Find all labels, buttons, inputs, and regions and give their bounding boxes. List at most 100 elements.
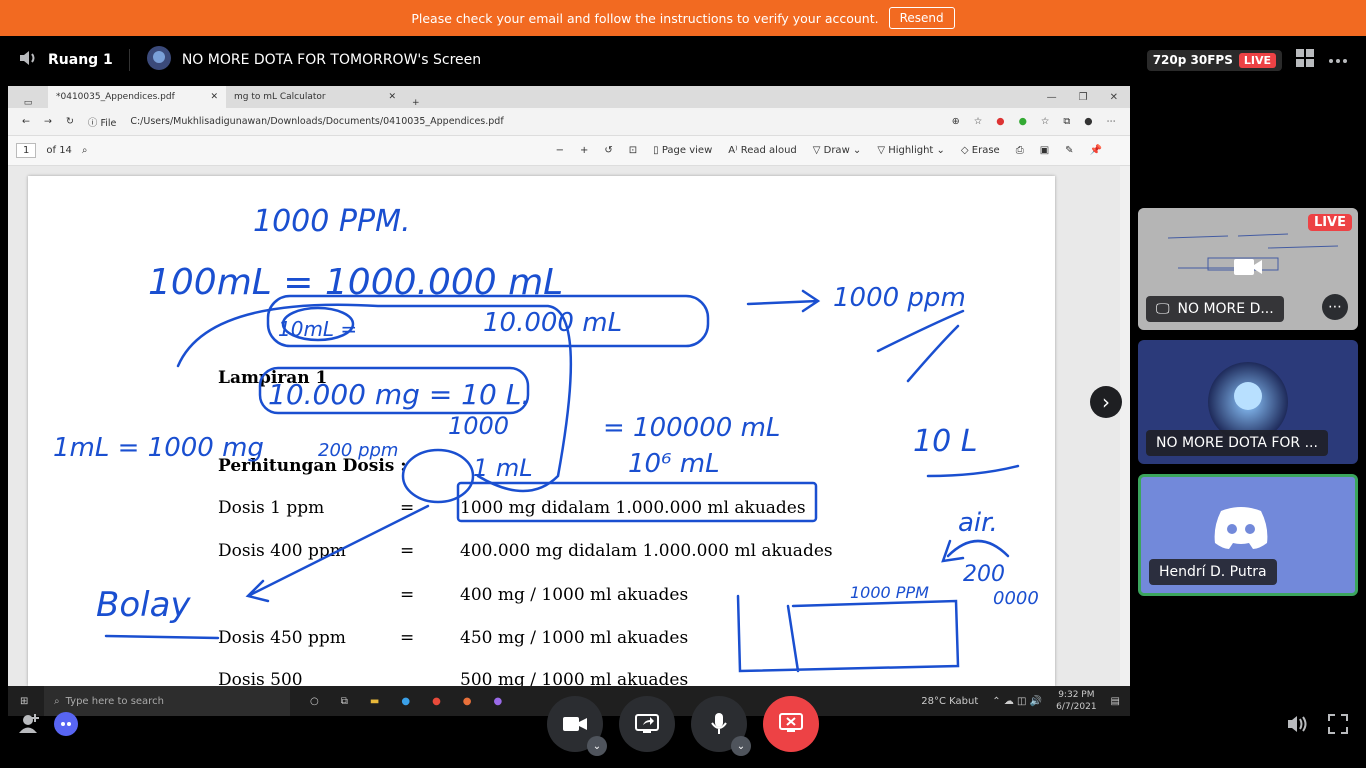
page-number-input[interactable]: 1 xyxy=(16,143,37,158)
pin-icon[interactable]: 📌 xyxy=(1090,145,1102,156)
fit-icon[interactable]: ⊡ xyxy=(629,145,637,156)
tile-name-label: NO MORE D... xyxy=(1177,301,1274,317)
erase-button[interactable]: ◇ Erase xyxy=(961,145,1000,156)
end-call-button[interactable] xyxy=(763,696,819,752)
favorite-icon[interactable]: ☆ xyxy=(974,116,983,127)
tile-name-label: NO MORE DOTA FOR ... xyxy=(1156,435,1318,451)
ink-text: 200 xyxy=(963,562,1005,587)
next-arrow-button[interactable]: › xyxy=(1090,386,1122,418)
chrome-icon-2[interactable]: ● xyxy=(463,696,472,707)
vertical-scrollbar[interactable] xyxy=(1120,166,1130,686)
browser-toolbar-icons: ⊕ ☆ ● ● ☆ ⧉ ● ⋯ xyxy=(952,116,1130,127)
app-icon[interactable]: ● xyxy=(494,696,503,707)
save-as-icon[interactable]: ✎ xyxy=(1065,145,1073,156)
highlight-label: Highlight xyxy=(888,145,934,156)
tab-calculator[interactable]: mg to mL Calculator ✕ xyxy=(226,86,404,108)
forward-icon[interactable]: → xyxy=(44,116,52,127)
clock-time: 9:32 PM xyxy=(1058,690,1095,700)
tile-more-icon[interactable]: ⋯ xyxy=(1322,294,1348,320)
close-window-icon[interactable]: ✕ xyxy=(1110,92,1118,103)
rotate-icon[interactable]: ↺ xyxy=(604,145,612,156)
close-icon[interactable]: ✕ xyxy=(388,92,396,102)
stream-header: Ruang 1 NO MORE DOTA FOR TOMORROW's Scre… xyxy=(0,36,1366,84)
browser-tabbar: ▭ *0410035_Appendices.pdf ✕ mg to mL Calc… xyxy=(8,86,1130,108)
tile-name: NO MORE DOTA FOR ... xyxy=(1146,430,1328,456)
print-icon[interactable]: ⎙ xyxy=(1016,145,1024,156)
handwriting-layer: 1000 PPM. 100mL = 1000.000 mL 10mL = 10.… xyxy=(53,204,1039,673)
participant-tile-hendri[interactable]: Hendrí D. Putra xyxy=(1138,474,1358,596)
extension-icon[interactable]: ● xyxy=(1019,116,1027,127)
chrome-icon[interactable]: ● xyxy=(432,696,441,707)
resend-button[interactable]: Resend xyxy=(888,7,955,29)
zoom-out-icon[interactable]: − xyxy=(556,145,564,156)
read-aloud-label: Read aloud xyxy=(740,145,797,156)
discord-app-icon[interactable] xyxy=(54,712,78,740)
ink-text: 10.000 mL xyxy=(483,308,622,338)
tile-name-label: Hendrí D. Putra xyxy=(1159,564,1267,580)
erase-label: Erase xyxy=(971,145,1000,156)
monitor-icon: 🖵 xyxy=(1156,301,1170,317)
page-view-button[interactable]: ▯ Page view xyxy=(653,145,712,156)
profile-icon[interactable]: ● xyxy=(1084,116,1092,127)
collections-icon[interactable]: ⧉ xyxy=(1063,116,1070,127)
stream-preview-tile[interactable]: LIVE 🖵 NO MORE D... ⋯ xyxy=(1138,208,1358,330)
chevron-down-icon[interactable]: ⌄ xyxy=(731,736,751,756)
camera-button[interactable]: ⌄ xyxy=(547,696,607,756)
adblock-icon[interactable]: ● xyxy=(996,116,1004,127)
ink-line-bolay xyxy=(104,634,220,640)
edge-icon[interactable]: ● xyxy=(401,696,410,707)
ink-text: = 100000 mL xyxy=(603,413,780,443)
file-explorer-icon[interactable]: ▬ xyxy=(370,696,379,707)
tray-icons[interactable]: ⌃ ☁ ◫ 🔊 xyxy=(992,696,1042,707)
ink-slash-2 xyxy=(906,324,960,383)
search-icon: ⌕ xyxy=(54,695,60,707)
volume-icon[interactable] xyxy=(1286,714,1308,738)
microphone-button[interactable]: ⌄ xyxy=(691,696,751,756)
ink-text: Bolay xyxy=(96,585,191,625)
highlight-button[interactable]: ▽ Highlight ⌄ xyxy=(877,145,945,156)
fullscreen-icon[interactable] xyxy=(1328,714,1348,738)
tab-pdf[interactable]: *0410035_Appendices.pdf ✕ xyxy=(48,86,226,108)
back-icon[interactable]: ← xyxy=(22,116,30,127)
ink-text: 10mL = xyxy=(278,317,357,341)
search-icon[interactable]: ⌕ xyxy=(82,145,88,156)
address-bar: ← → ↻ ⓘ File C:/Users/Mukhlisadigunawan/… xyxy=(8,108,1130,136)
windows-start-icon[interactable]: ⊞ xyxy=(20,696,28,707)
notification-icon[interactable]: ▤ xyxy=(1111,696,1120,707)
clock: 9:32 PM 6/7/2021 xyxy=(1056,689,1096,713)
zoom-icon[interactable]: ⊕ xyxy=(952,116,960,127)
chevron-down-icon[interactable]: ⌄ xyxy=(587,736,607,756)
channel-name: Ruang 1 xyxy=(48,52,113,68)
save-icon[interactable]: ▣ xyxy=(1040,145,1049,156)
refresh-icon[interactable]: ↻ xyxy=(66,116,74,127)
task-view-icon[interactable]: ⧉ xyxy=(341,696,348,707)
participant-tile-streamer[interactable]: NO MORE DOTA FOR ... xyxy=(1138,340,1358,464)
screen-share-button[interactable] xyxy=(619,696,675,752)
tab-actions-icon[interactable]: ▭ xyxy=(8,98,48,108)
invite-user-icon[interactable] xyxy=(18,712,40,738)
draw-button[interactable]: ▽ Draw ⌄ xyxy=(813,145,862,156)
menu-icon[interactable]: ⋯ xyxy=(1107,116,1117,127)
clock-date: 6/7/2021 xyxy=(1056,702,1097,712)
minimize-icon[interactable]: — xyxy=(1047,92,1057,103)
more-options-icon[interactable] xyxy=(1328,52,1348,68)
taskbar-search[interactable]: ⌕ Type here to search xyxy=(44,686,290,716)
cortana-icon[interactable]: ○ xyxy=(310,696,319,707)
info-icon: ⓘ File xyxy=(87,117,117,129)
new-tab-icon[interactable]: + xyxy=(404,98,420,108)
favorites-icon[interactable]: ☆ xyxy=(1041,116,1050,127)
ink-text: 1000 ppm xyxy=(833,283,966,313)
streamer-avatar xyxy=(146,45,172,75)
ink-slash-1 xyxy=(876,309,965,353)
zoom-in-icon[interactable]: + xyxy=(580,145,588,156)
close-icon[interactable]: ✕ xyxy=(210,92,218,102)
grid-layout-icon[interactable] xyxy=(1296,49,1314,71)
address-url[interactable]: C:/Users/Mukhlisadigunawan/Downloads/Doc… xyxy=(130,116,503,127)
maximize-icon[interactable]: ❐ xyxy=(1079,92,1088,103)
speaker-icon[interactable] xyxy=(18,49,38,71)
page-count: of 14 xyxy=(46,145,72,156)
read-aloud-button[interactable]: A⁾ Read aloud xyxy=(728,145,797,156)
ink-arrow-air xyxy=(941,539,1010,563)
camera-icon xyxy=(1234,256,1262,282)
ink-text: 200 ppm xyxy=(318,440,398,461)
